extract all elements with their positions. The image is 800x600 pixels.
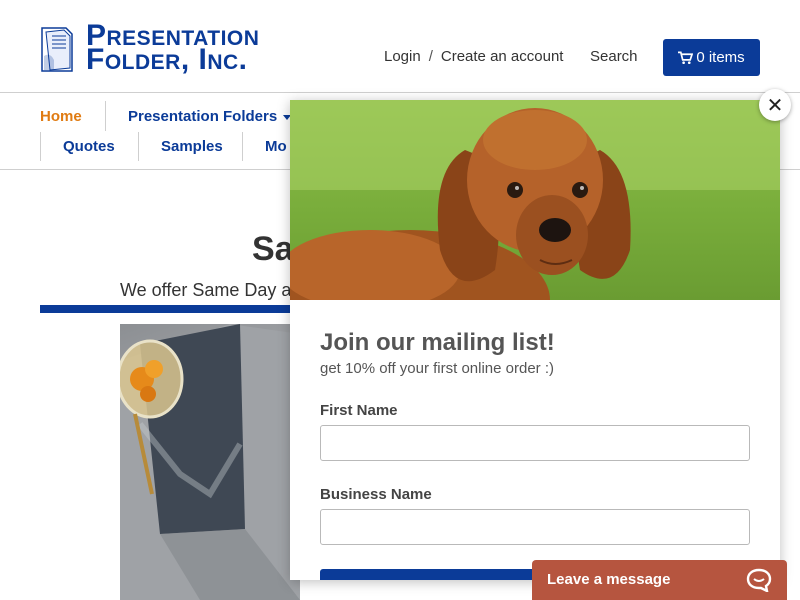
modal-heading: Join our mailing list! <box>320 329 555 356</box>
nav-samples[interactable]: Samples <box>161 138 223 155</box>
nav-presentation-folders-label: Presentation Folders <box>128 108 278 125</box>
mailing-list-modal: Join our mailing list! get 10% off your … <box>290 100 780 580</box>
nav-divider <box>138 132 139 161</box>
page-subtitle: We offer Same Day an <box>120 280 302 300</box>
account-links: Login / Create an account Search <box>384 48 638 65</box>
nav-presentation-folders[interactable]: Presentation Folders <box>128 108 292 125</box>
modal-subheading: get 10% off your first online order :) <box>320 360 555 377</box>
login-link[interactable]: Login <box>384 48 421 65</box>
business-name-label: Business Name <box>320 486 432 503</box>
cart-count-label: 0 items <box>696 49 745 66</box>
nav-more[interactable]: Mo <box>265 138 287 155</box>
nav-divider <box>242 132 243 161</box>
search-link[interactable]: Search <box>590 48 638 65</box>
title-underline-bar <box>40 305 300 313</box>
logo-wordmark[interactable]: Presentation Folder, Inc. <box>86 21 259 76</box>
chat-widget[interactable]: Leave a message <box>532 560 787 600</box>
chat-bubble-icon <box>746 568 772 592</box>
link-separator: / <box>428 48 433 65</box>
first-name-input[interactable] <box>320 425 750 461</box>
chat-label: Leave a message <box>547 571 671 588</box>
nav-quotes[interactable]: Quotes <box>63 138 115 155</box>
dog-photo <box>290 100 780 300</box>
create-account-link[interactable]: Create an account <box>441 48 564 65</box>
hero-image <box>120 324 300 600</box>
cart-button[interactable]: 0 items <box>663 39 760 76</box>
logo-line-2: Folder, Inc. <box>86 43 248 76</box>
logo-folder-icon[interactable] <box>40 26 74 73</box>
first-name-label: First Name <box>320 402 398 419</box>
nav-divider <box>105 101 106 131</box>
cart-icon <box>678 51 694 64</box>
page-title: Sa <box>252 230 294 268</box>
close-icon[interactable]: ✕ <box>759 89 791 121</box>
nav-home[interactable]: Home <box>40 108 82 125</box>
dog-illustration <box>290 100 780 300</box>
nav-divider <box>40 132 41 161</box>
hero-illustration <box>120 324 300 600</box>
business-name-input[interactable] <box>320 509 750 545</box>
site-header: Presentation Folder, Inc. Login / Create a… <box>0 0 800 93</box>
